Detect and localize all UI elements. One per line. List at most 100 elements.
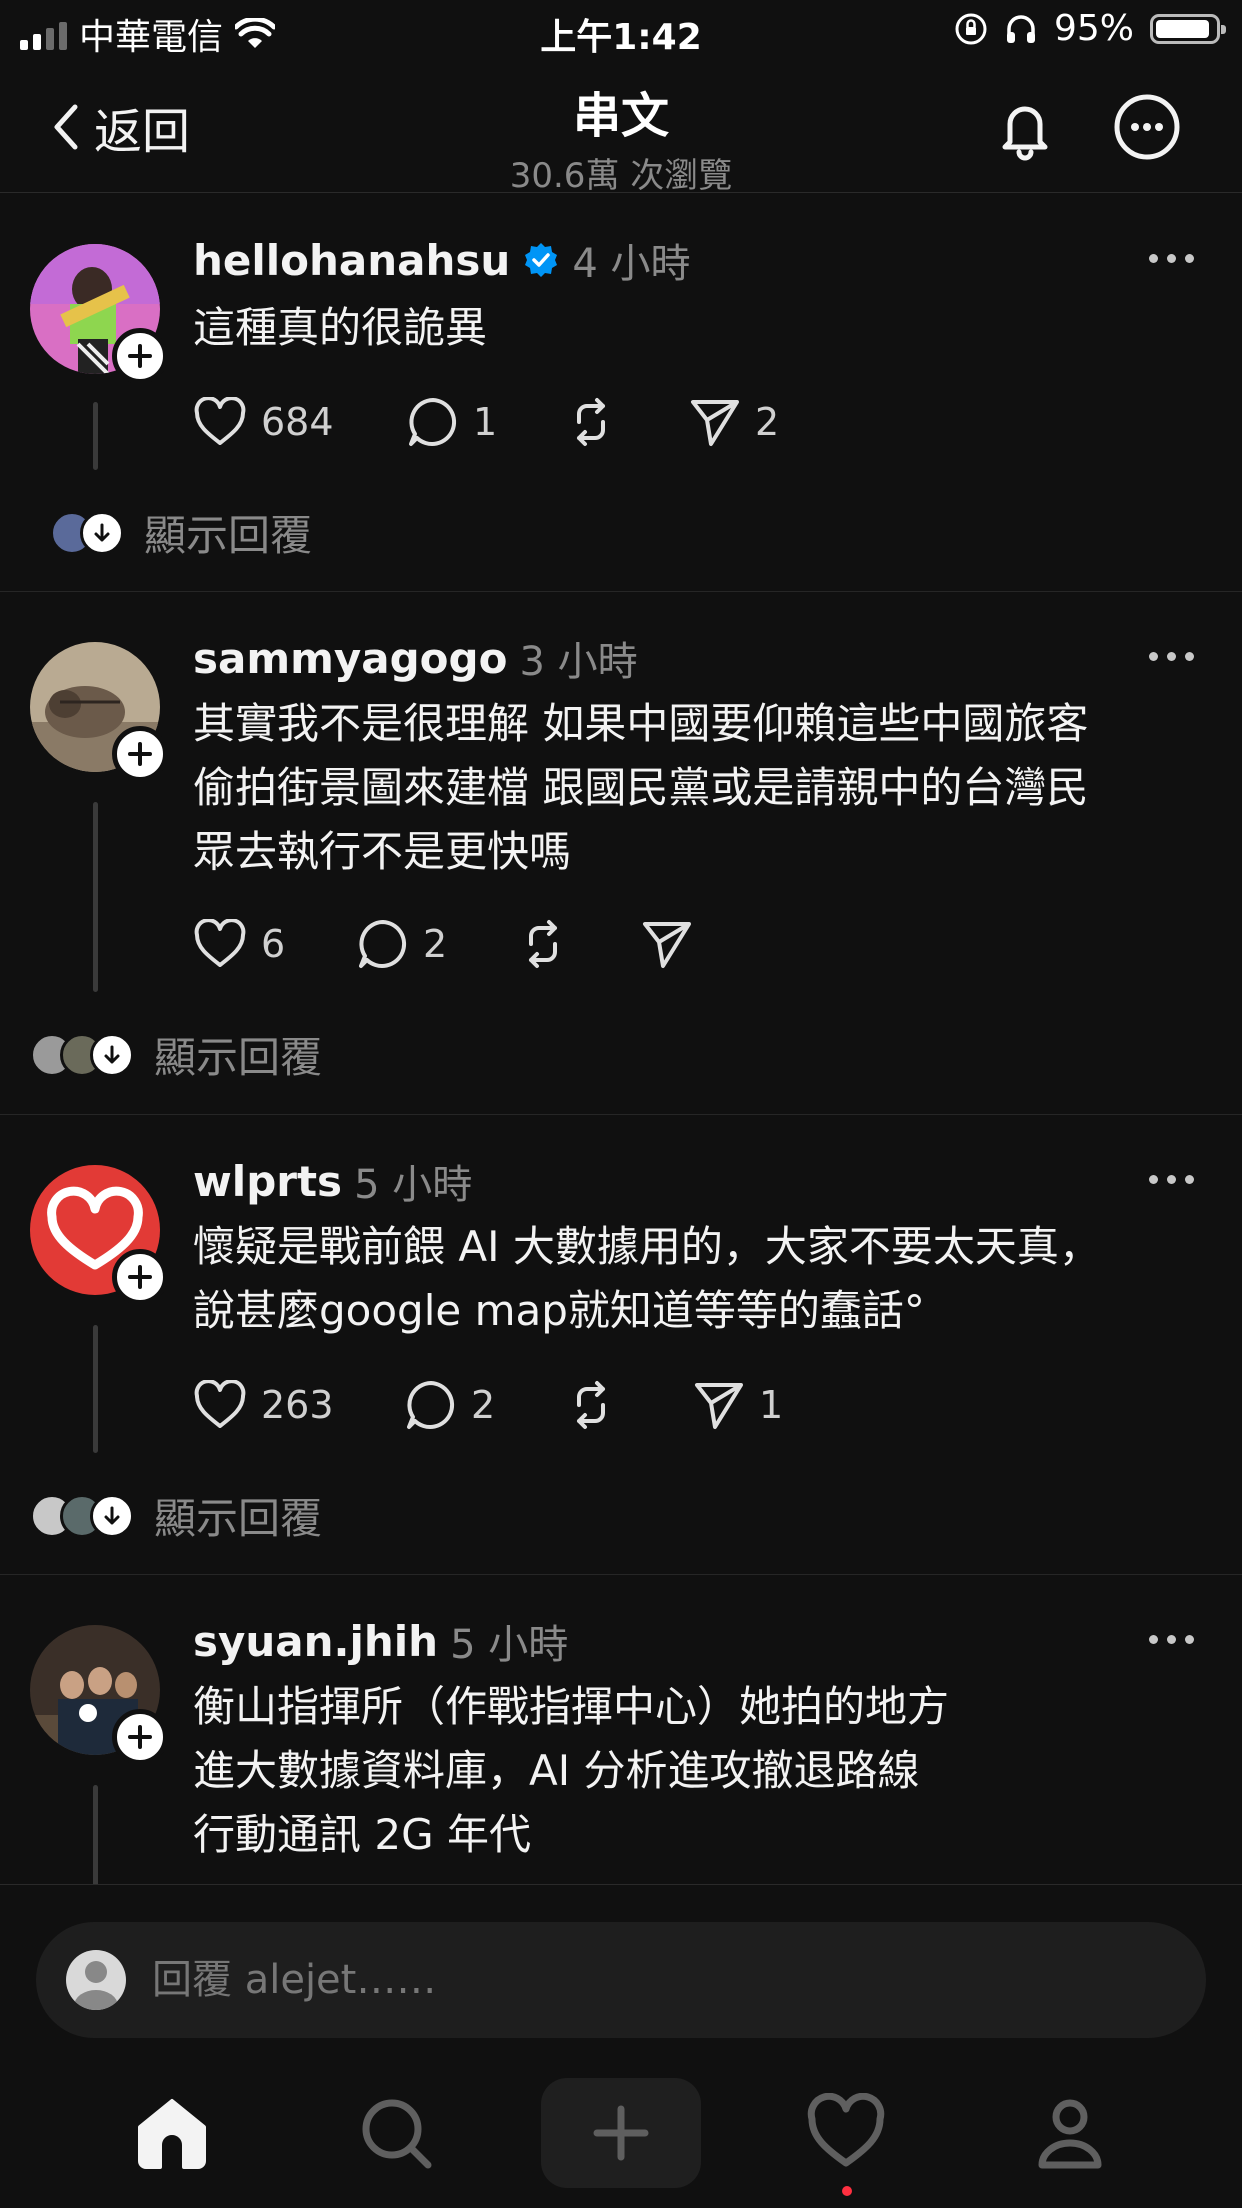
heart-icon xyxy=(807,2093,885,2167)
share-button[interactable]: 1 xyxy=(693,1379,783,1431)
follow-button[interactable] xyxy=(112,1249,168,1305)
activity-notification-dot xyxy=(842,2186,852,2196)
comment-icon xyxy=(409,398,457,446)
repost-button[interactable] xyxy=(517,918,641,970)
tab-create[interactable] xyxy=(541,2078,701,2188)
reply-post: syuan.jhih 5 小時 衡山指揮所（作戰指揮中心）她拍的地方 進大數據資… xyxy=(0,1575,1242,1884)
thread-line xyxy=(93,1785,98,1884)
post-text: 懷疑是戰前餵 AI 大數據用的，大家不要太天真， 說甚麼google map就知… xyxy=(193,1222,1101,1335)
comment-count: 2 xyxy=(423,922,448,966)
heart-icon xyxy=(194,919,246,967)
post-more-button[interactable] xyxy=(1149,652,1194,661)
post-more-button[interactable] xyxy=(1149,254,1194,263)
comment-icon xyxy=(407,1381,455,1429)
home-icon xyxy=(138,2099,206,2169)
bell-icon xyxy=(1002,106,1048,161)
tab-profile[interactable] xyxy=(990,2078,1150,2188)
share-count: 2 xyxy=(755,400,780,444)
reply-input[interactable] xyxy=(150,1956,1054,2004)
follow-button[interactable] xyxy=(112,328,168,384)
battery-icon xyxy=(1150,13,1226,44)
like-count: 263 xyxy=(261,1383,334,1427)
username[interactable]: hellohanahsu xyxy=(193,236,510,285)
create-plus-icon xyxy=(593,2105,649,2161)
repost-icon xyxy=(577,1381,605,1429)
more-circle-icon xyxy=(1114,94,1180,160)
tab-search[interactable] xyxy=(316,2078,476,2188)
post-text: 衡山指揮所（作戰指揮中心）她拍的地方 進大數據資料庫，AI 分析進攻撤退路線 行… xyxy=(193,1682,950,1859)
search-icon xyxy=(362,2099,432,2169)
username[interactable]: wlprts xyxy=(193,1157,342,1206)
heart-icon xyxy=(194,397,246,445)
rotation-lock-icon xyxy=(955,13,987,44)
comment-count: 2 xyxy=(471,1383,496,1427)
divider xyxy=(0,1884,1242,1885)
headphones-icon xyxy=(1006,14,1035,43)
tab-activity[interactable] xyxy=(766,2078,926,2188)
repost-button[interactable] xyxy=(565,1379,693,1431)
comment-button[interactable]: 2 xyxy=(405,1379,565,1431)
like-button[interactable]: 684 xyxy=(193,397,407,447)
reply-post: sammyagogo 3 小時 其實我不是很理解 如果中國要仰賴這些中國旅客 偷… xyxy=(0,592,1242,1115)
plus-icon xyxy=(128,1265,152,1289)
arrow-down-icon xyxy=(94,523,110,541)
like-button[interactable]: 6 xyxy=(193,919,357,969)
reply-composer[interactable] xyxy=(36,1922,1206,2038)
reply-post: wlprts 5 小時 懷疑是戰前餵 AI 大數據用的，大家不要太天真， 說甚麼… xyxy=(0,1115,1242,1575)
thread-line xyxy=(93,1325,98,1453)
verified-badge-icon xyxy=(525,243,558,277)
username[interactable]: syuan.jhih xyxy=(193,1617,438,1666)
follow-button[interactable] xyxy=(112,726,168,782)
thread-line xyxy=(93,402,98,470)
post-more-button[interactable] xyxy=(1149,1635,1194,1644)
show-replies-label: 顯示回覆 xyxy=(154,1494,323,1543)
send-icon xyxy=(695,1383,743,1429)
thread-replies-feed[interactable]: hellohanahsu 4 小時 這種真的很詭異 684 1 2 顯示回覆 s… xyxy=(0,192,1242,1884)
repost-icon xyxy=(529,920,557,968)
post-more-button[interactable] xyxy=(1149,1175,1194,1184)
like-count: 684 xyxy=(261,400,334,444)
battery-percent: 95% xyxy=(1053,8,1134,49)
show-replies-button[interactable]: 顯示回覆 xyxy=(50,502,312,563)
send-icon xyxy=(691,400,739,446)
like-count: 6 xyxy=(261,922,286,966)
follow-button[interactable] xyxy=(112,1709,168,1765)
like-button[interactable]: 263 xyxy=(193,1380,405,1430)
default-avatar-icon xyxy=(74,1961,118,2010)
heart-icon xyxy=(194,1380,246,1428)
post-time: 3 小時 xyxy=(519,639,638,685)
post-text: 這種真的很詭異 xyxy=(193,303,488,352)
post-time: 5 小時 xyxy=(354,1162,473,1208)
repost-icon xyxy=(577,398,605,446)
show-replies-label: 顯示回覆 xyxy=(154,1033,323,1082)
tab-home[interactable] xyxy=(92,2078,252,2188)
more-options-button[interactable] xyxy=(1112,92,1182,162)
reply-post: hellohanahsu 4 小時 這種真的很詭異 684 1 2 顯示回覆 xyxy=(0,192,1242,592)
show-replies-button[interactable]: 顯示回覆 xyxy=(30,1485,322,1546)
show-replies-label: 顯示回覆 xyxy=(144,511,313,560)
post-time: 4 小時 xyxy=(572,241,691,287)
tab-bar xyxy=(0,2058,1242,2208)
profile-icon xyxy=(1038,2099,1102,2169)
repost-button[interactable] xyxy=(565,396,689,448)
comment-icon xyxy=(359,920,407,968)
post-text: 其實我不是很理解 如果中國要仰賴這些中國旅客 偷拍街景圖來建檔 跟國民黨或是請親… xyxy=(193,699,1089,876)
plus-icon xyxy=(128,1725,152,1749)
show-replies-button[interactable]: 顯示回覆 xyxy=(30,1024,322,1085)
arrow-down-icon xyxy=(104,1506,120,1524)
comment-button[interactable]: 1 xyxy=(407,396,565,448)
username[interactable]: sammyagogo xyxy=(193,634,507,683)
nav-header: 返回 串文 30.6萬 次瀏覽 xyxy=(0,62,1242,196)
notification-button[interactable] xyxy=(990,92,1060,162)
my-avatar xyxy=(66,1950,126,2010)
plus-icon xyxy=(128,742,152,766)
share-button[interactable]: 2 xyxy=(689,396,779,448)
send-icon xyxy=(643,922,691,968)
share-button[interactable] xyxy=(641,918,707,970)
arrow-down-icon xyxy=(104,1045,120,1063)
status-bar: 中華電信 上午1:42 95% xyxy=(0,0,1242,62)
comment-button[interactable]: 2 xyxy=(357,918,517,970)
thread-line xyxy=(93,802,98,992)
plus-icon xyxy=(128,344,152,368)
share-count: 1 xyxy=(759,1383,784,1427)
